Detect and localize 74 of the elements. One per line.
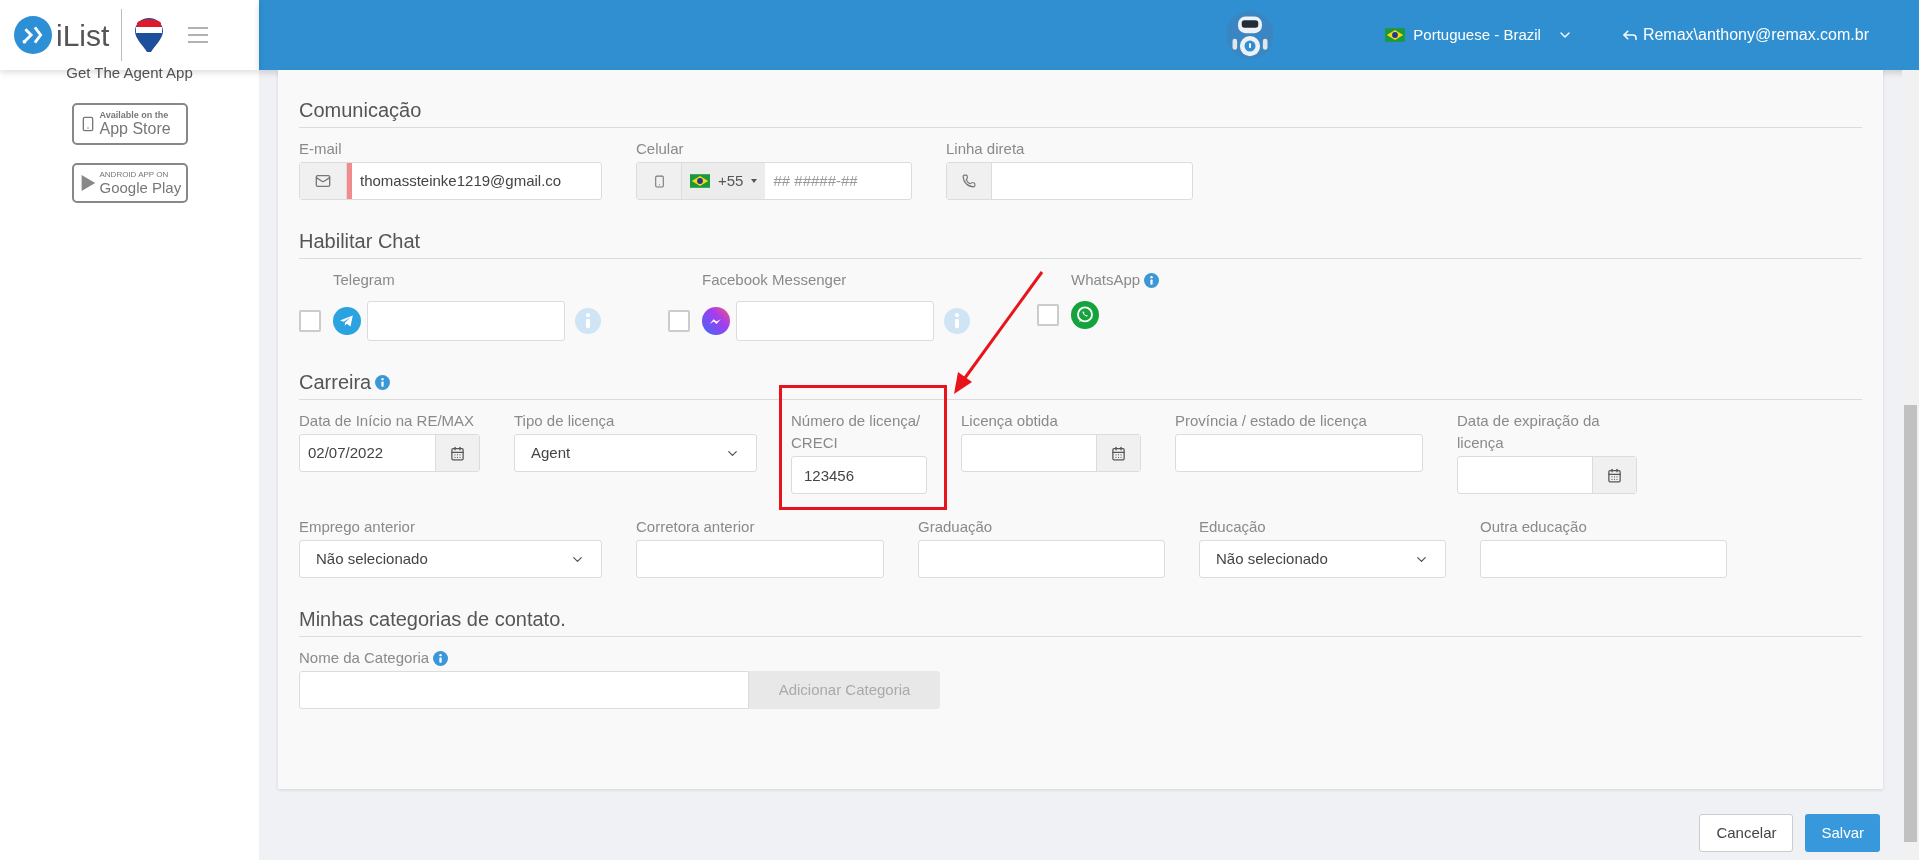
info-icon bbox=[1144, 272, 1160, 288]
dropdown-field[interactable]: Não selecionado bbox=[299, 540, 602, 578]
field-label: Corretora anterior bbox=[636, 517, 756, 537]
logo-text: iList bbox=[56, 17, 110, 54]
google-play-button[interactable]: ANDROID APP ON Google Play bbox=[71, 162, 188, 203]
phone-icon bbox=[962, 174, 976, 188]
field-label: Celular bbox=[636, 139, 685, 159]
field-label: Graduação bbox=[918, 517, 994, 537]
info-icon bbox=[944, 308, 970, 334]
checkbox[interactable] bbox=[668, 310, 690, 332]
date-field[interactable]: 02/07/2022 bbox=[299, 434, 480, 472]
text-field[interactable] bbox=[736, 301, 934, 341]
calendar-button[interactable] bbox=[1096, 435, 1140, 471]
field-label: Facebook Messenger bbox=[702, 270, 847, 290]
logo-icon bbox=[14, 16, 52, 54]
email-field[interactable]: thomassteinke1219@gmail.co bbox=[299, 162, 602, 200]
field-label: Outra educação bbox=[1480, 517, 1588, 537]
dropdown-field[interactable]: Não selecionado bbox=[1199, 540, 1446, 578]
brazil-flag-icon bbox=[1385, 28, 1406, 42]
calendar-button[interactable] bbox=[1592, 457, 1636, 493]
field-label: Telegram bbox=[333, 270, 395, 290]
info-icon bbox=[375, 374, 391, 390]
field-label: Data de Início na RE/MAX bbox=[299, 411, 476, 431]
date-field[interactable] bbox=[961, 434, 1141, 472]
language-selector[interactable]: Portuguese - Brazil bbox=[1385, 23, 1573, 47]
info-icon bbox=[433, 650, 449, 666]
field-label: WhatsApp bbox=[1071, 270, 1141, 290]
field-label: E-mail bbox=[299, 139, 343, 159]
cancel-button[interactable]: Cancelar bbox=[1699, 814, 1794, 852]
field-label: Nome da Categoria bbox=[299, 648, 430, 668]
section-title: Habilitar Chat bbox=[299, 229, 421, 254]
direct-line-field[interactable] bbox=[946, 162, 1193, 200]
promo-text: Get The Agent App bbox=[66, 63, 193, 83]
field-label: Tipo de licença bbox=[514, 411, 616, 431]
calendar-icon bbox=[1607, 467, 1622, 483]
mail-icon bbox=[315, 173, 331, 189]
field-label: Linha direta bbox=[946, 139, 1026, 159]
category-name-field[interactable] bbox=[299, 671, 749, 709]
paper-plane-icon bbox=[333, 307, 361, 335]
user-menu[interactable]: Remax\anthony@remax.com.br bbox=[1620, 23, 1869, 47]
calendar-icon bbox=[1111, 445, 1126, 461]
text-field[interactable] bbox=[1480, 540, 1727, 578]
text-field[interactable]: 123456 bbox=[791, 456, 927, 494]
brazil-flag-icon bbox=[690, 174, 710, 188]
info-icon bbox=[575, 308, 601, 334]
date-input[interactable]: 02/07/2022 bbox=[300, 435, 435, 471]
field-label: Número de licença/ CRECI bbox=[791, 411, 922, 453]
text-field[interactable] bbox=[367, 301, 565, 341]
checkbox[interactable] bbox=[299, 310, 321, 332]
phone-icon bbox=[652, 174, 666, 188]
text-field[interactable] bbox=[1175, 434, 1423, 472]
messenger-icon bbox=[702, 307, 730, 335]
calendar-button[interactable] bbox=[435, 435, 479, 471]
field-label: Educação bbox=[1199, 517, 1267, 537]
text-field[interactable] bbox=[636, 540, 884, 578]
field-label: Província / estado de licença bbox=[1175, 411, 1368, 431]
section-title: Comunicação bbox=[299, 98, 422, 123]
field-label: Data de expiração da licença bbox=[1457, 411, 1601, 453]
phone-field[interactable]: +55 ## #####-## bbox=[636, 162, 912, 200]
text-field[interactable] bbox=[918, 540, 1165, 578]
robot-icon[interactable] bbox=[1227, 8, 1274, 62]
balloon-logo-icon bbox=[134, 17, 165, 53]
menu-icon[interactable] bbox=[188, 27, 209, 43]
country-code-selector[interactable]: +55 bbox=[682, 163, 766, 199]
field-label: Licença obtida bbox=[961, 411, 1059, 431]
whatsapp-icon bbox=[1071, 301, 1099, 329]
app-store-button[interactable]: Available on the App Store bbox=[71, 102, 188, 145]
date-field[interactable] bbox=[1457, 456, 1637, 494]
section-title: Minhas categorias de contato. bbox=[299, 607, 566, 632]
checkbox[interactable] bbox=[1037, 304, 1059, 326]
dropdown-field[interactable]: Agent bbox=[514, 434, 757, 472]
calendar-icon bbox=[450, 445, 465, 461]
section-title: Carreira bbox=[299, 370, 372, 395]
field-label: Emprego anterior bbox=[299, 517, 416, 537]
